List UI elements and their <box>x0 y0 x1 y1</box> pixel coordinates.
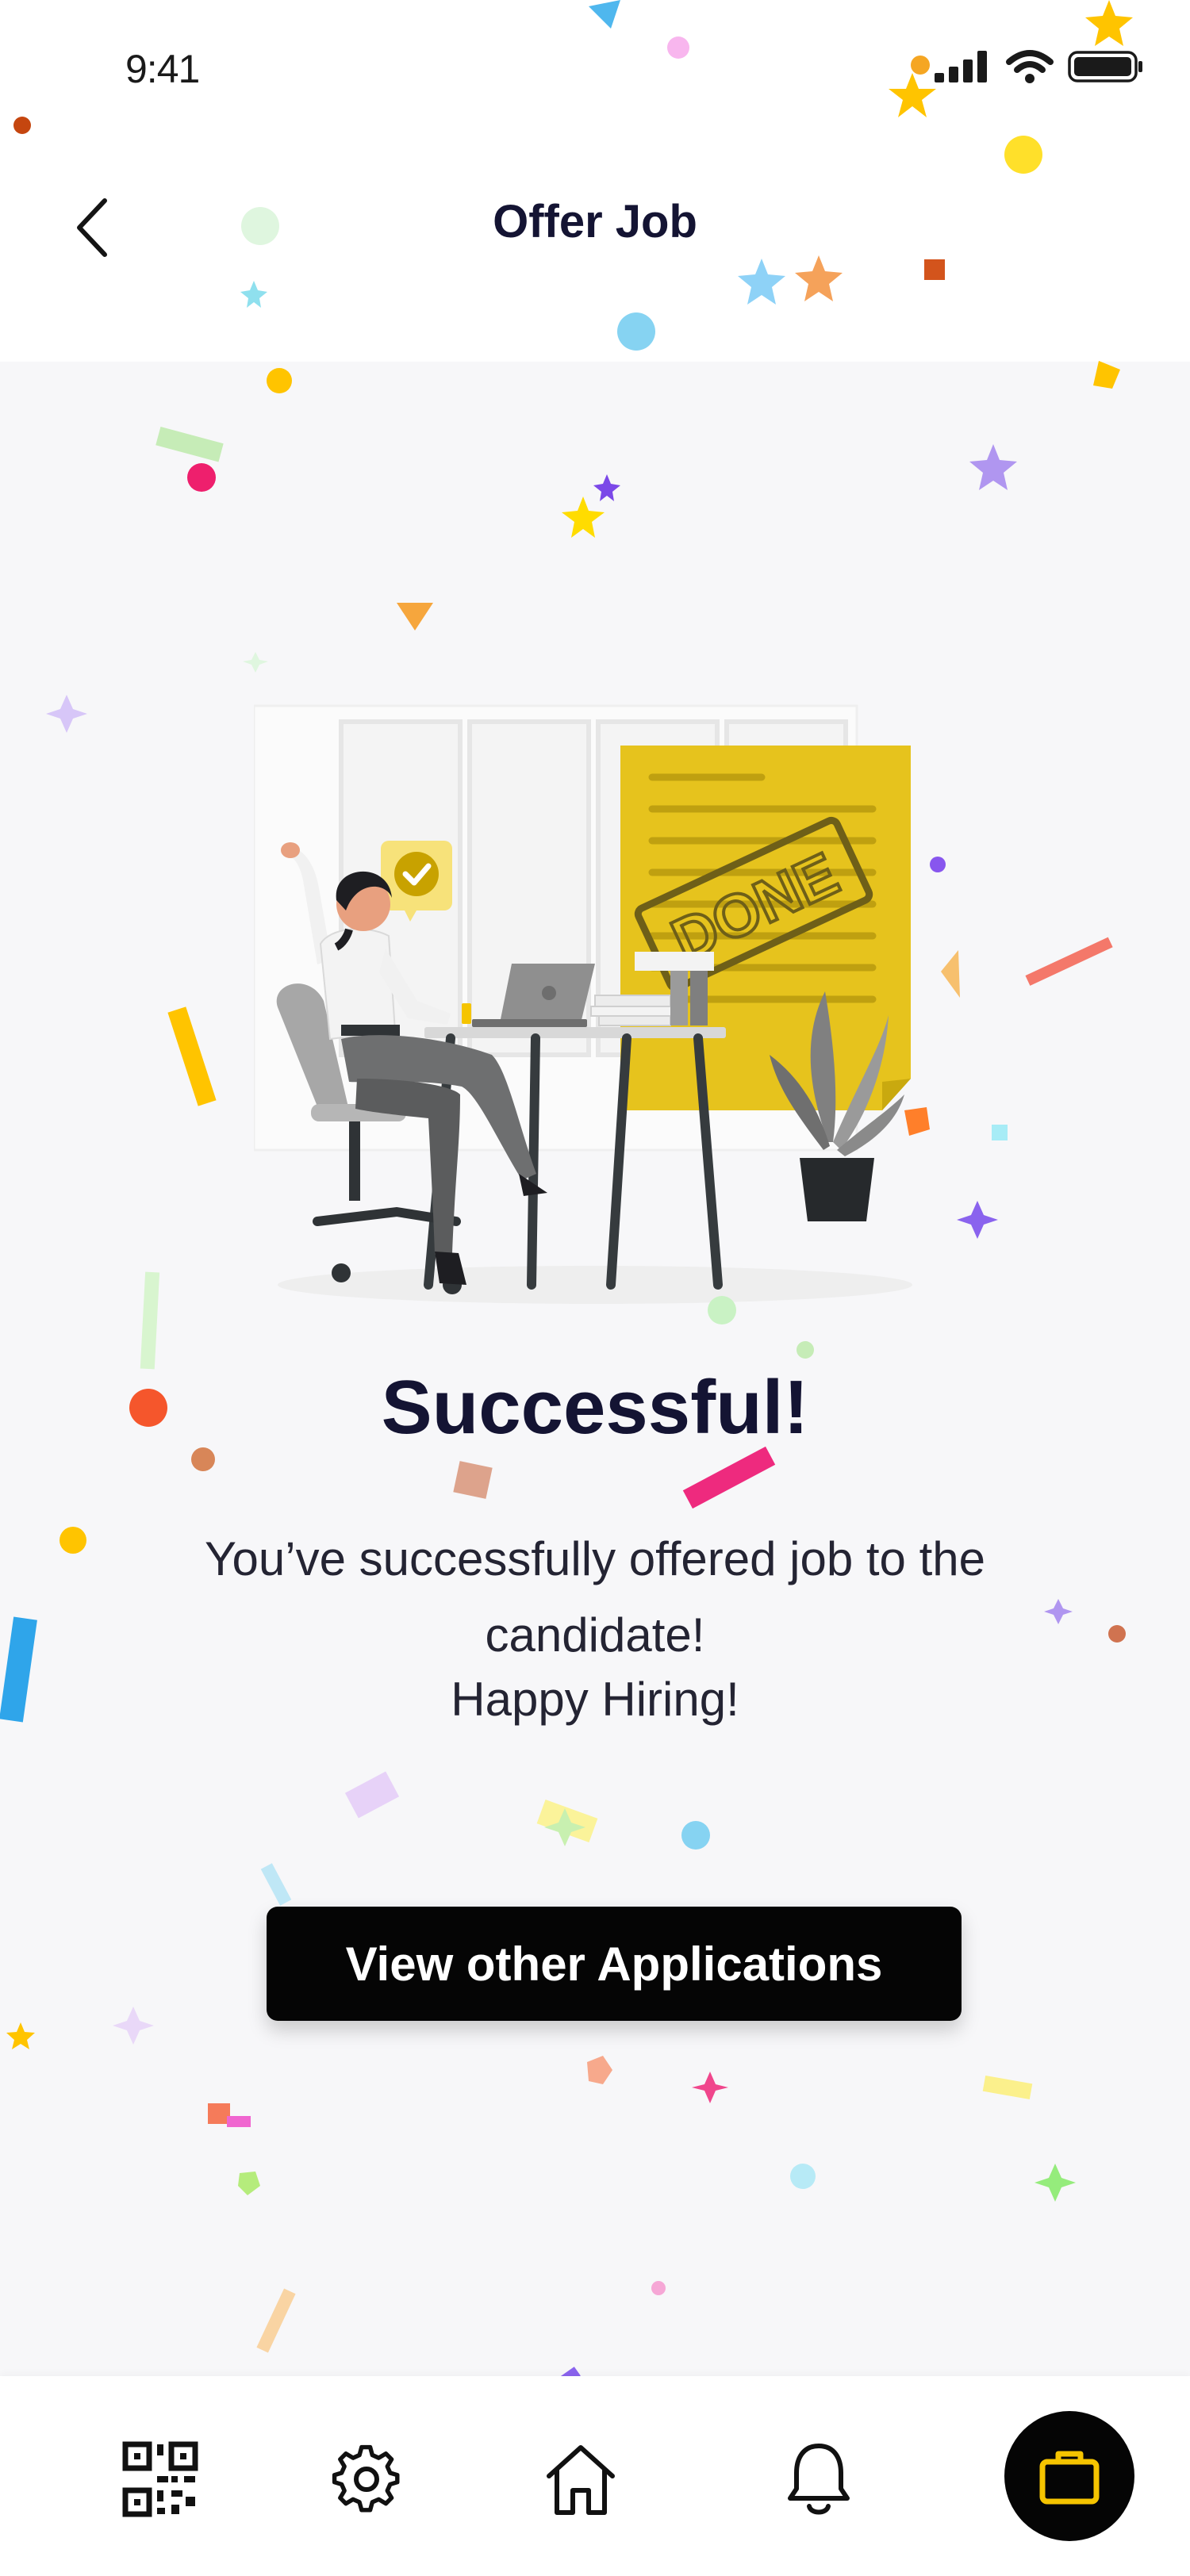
nav-item-jobs[interactable] <box>1004 2411 1134 2541</box>
success-sub-message: Happy Hiring! <box>451 1673 739 1726</box>
nav-item-qr[interactable] <box>113 2432 208 2527</box>
bell-icon <box>788 2444 850 2515</box>
success-message: You’ve successfully offered job to the c… <box>205 1532 985 1662</box>
view-other-applications-button[interactable]: View other Applications <box>267 1907 962 2021</box>
battery-icon <box>1068 51 1142 82</box>
nav-item-settings[interactable] <box>319 2432 414 2527</box>
status-icons <box>935 49 1144 84</box>
status-time: 9:41 <box>125 47 200 91</box>
gear-icon <box>332 2444 400 2513</box>
signal-icon <box>935 51 987 82</box>
nav-item-home[interactable] <box>533 2432 628 2527</box>
briefcase-icon <box>1039 2451 1100 2505</box>
home-icon <box>547 2445 615 2515</box>
header <box>0 143 1190 362</box>
nav-item-notifications[interactable] <box>771 2432 866 2527</box>
qr-code-icon <box>122 2441 198 2517</box>
page-title: Offer Job <box>493 196 697 247</box>
wifi-icon <box>1006 50 1054 83</box>
success-illustration: DONE <box>254 704 912 1304</box>
success-title: Successful! <box>381 1365 809 1450</box>
